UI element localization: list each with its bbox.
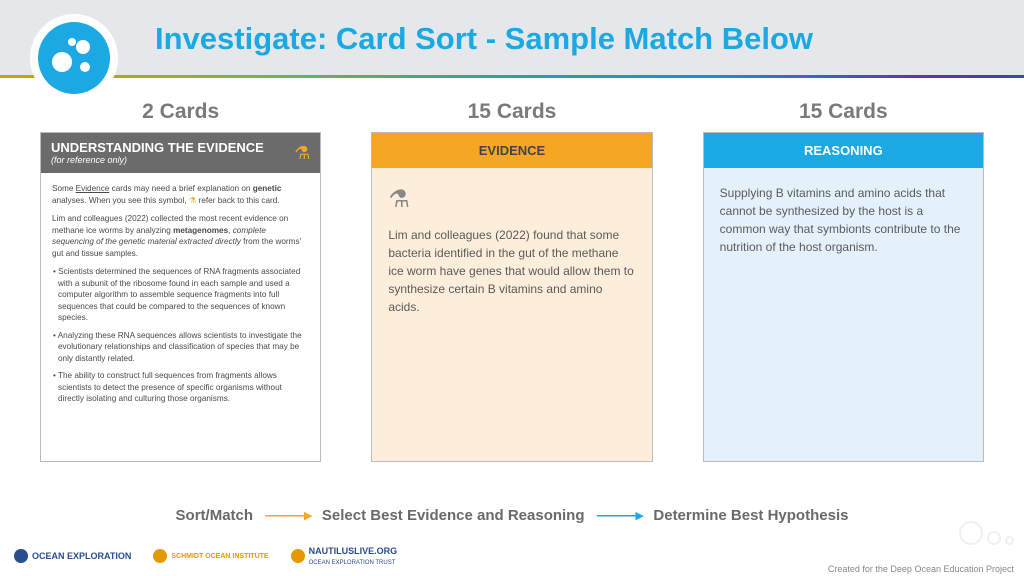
- text: refer back to this card.: [196, 196, 279, 205]
- understanding-card-body: Some Evidence cards may need a brief exp…: [41, 173, 320, 420]
- understanding-card-header: UNDERSTANDING THE EVIDENCE (for referenc…: [41, 133, 320, 173]
- bullet: • Analyzing these RNA sequences allows s…: [52, 330, 309, 364]
- bullet: • The ability to construct full sequence…: [52, 370, 309, 404]
- arrow-right-icon: ———▸: [265, 507, 310, 524]
- column-evidence: 15 Cards EVIDENCE ⚗ Lim and colleagues (…: [371, 100, 652, 462]
- column-count: 15 Cards: [371, 100, 652, 124]
- card-columns: 2 Cards UNDERSTANDING THE EVIDENCE (for …: [0, 78, 1024, 462]
- flow-step-1: Sort/Match: [176, 507, 254, 524]
- understanding-card[interactable]: UNDERSTANDING THE EVIDENCE (for referenc…: [40, 132, 321, 462]
- text: metagenomes: [173, 226, 228, 235]
- column-count: 15 Cards: [703, 100, 984, 124]
- dna-icon: ⚗: [294, 143, 310, 164]
- process-flow: Sort/Match ———▸ Select Best Evidence and…: [0, 506, 1024, 524]
- card-title: UNDERSTANDING THE EVIDENCE: [51, 141, 264, 155]
- reasoning-text: Supplying B vitamins and amino acids tha…: [720, 186, 961, 254]
- bubbles-icon: [38, 22, 110, 94]
- text: Some: [52, 184, 76, 193]
- credit-text: Created for the Deep Ocean Education Pro…: [828, 564, 1014, 574]
- logo-schmidt: SCHMIDT OCEAN INSTITUTE: [153, 549, 268, 563]
- text: cards may need a brief explanation on: [109, 184, 252, 193]
- flow-step-2: Select Best Evidence and Reasoning: [322, 507, 585, 524]
- dna-icon: ⚗: [388, 182, 635, 218]
- text: genetic: [253, 184, 282, 193]
- evidence-card-body: ⚗ Lim and colleagues (2022) found that s…: [372, 168, 651, 461]
- logo-text: OCEAN EXPLORATION TRUST: [309, 560, 396, 566]
- logo-ocean-exploration: OCEAN EXPLORATION: [14, 549, 131, 563]
- reasoning-card-header: REASONING: [704, 133, 983, 168]
- column-understanding: 2 Cards UNDERSTANDING THE EVIDENCE (for …: [40, 100, 321, 462]
- column-reasoning: 15 Cards REASONING Supplying B vitamins …: [703, 100, 984, 462]
- column-count: 2 Cards: [40, 100, 321, 124]
- header-band: Investigate: Card Sort - Sample Match Be…: [0, 0, 1024, 78]
- logo-text: NAUTILUSLIVE.ORG: [309, 546, 398, 556]
- logo-nautilus: NAUTILUSLIVE.ORG OCEAN EXPLORATION TRUST: [291, 546, 398, 566]
- flow-step-3: Determine Best Hypothesis: [653, 507, 848, 524]
- evidence-card-header: EVIDENCE: [372, 133, 651, 168]
- reasoning-card-body: Supplying B vitamins and amino acids tha…: [704, 168, 983, 461]
- text: analyses. When you see this symbol,: [52, 196, 189, 205]
- logo-text: OCEAN EXPLORATION: [32, 551, 131, 561]
- text: Evidence: [76, 184, 110, 193]
- logo-text: SCHMIDT OCEAN INSTITUTE: [171, 553, 268, 560]
- logo-badge: [30, 14, 118, 102]
- arrow-right-icon: ———▸: [597, 507, 642, 524]
- page-title: Investigate: Card Sort - Sample Match Be…: [155, 21, 813, 57]
- card-subtitle: (for reference only): [51, 155, 264, 165]
- reasoning-card[interactable]: REASONING Supplying B vitamins and amino…: [703, 132, 984, 462]
- divider-rainbow: [0, 75, 1024, 78]
- bullet: • Scientists determined the sequences of…: [52, 266, 309, 323]
- footer-logos: OCEAN EXPLORATION SCHMIDT OCEAN INSTITUT…: [14, 546, 397, 566]
- evidence-text: Lim and colleagues (2022) found that som…: [388, 228, 633, 314]
- evidence-card[interactable]: EVIDENCE ⚗ Lim and colleagues (2022) fou…: [371, 132, 652, 462]
